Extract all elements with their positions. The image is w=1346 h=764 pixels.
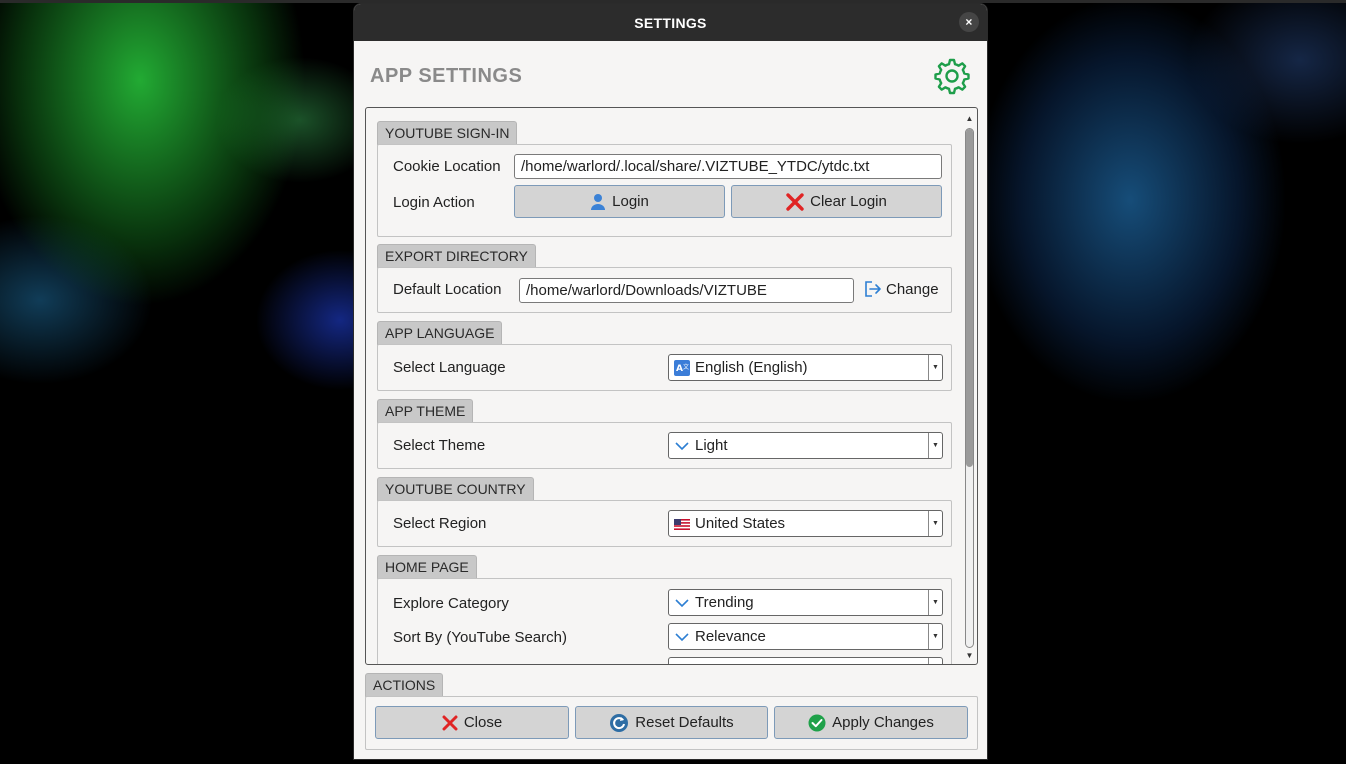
sort-by-label: Sort By (YouTube Search) [393, 629, 567, 646]
theme-select-value: Light [695, 437, 728, 454]
svg-text:文: 文 [683, 363, 689, 371]
default-location-field[interactable]: /home/warlord/Downloads/VIZTUBE [519, 278, 854, 303]
close-button[interactable]: Close [375, 706, 569, 739]
user-icon [591, 193, 606, 210]
actions-box: Close Reset Defaults Apply Changes [365, 696, 978, 750]
dropdown-arrow-icon: ▼ [928, 590, 942, 615]
close-button-label: Close [463, 714, 503, 731]
section-box: Select Region United States ▼ [377, 500, 952, 547]
check-circle-icon [808, 714, 826, 731]
change-location-button[interactable]: Change [864, 280, 939, 298]
explore-category-label: Explore Category [393, 595, 509, 612]
close-icon: × [965, 15, 973, 29]
scrollbar-thumb[interactable] [966, 129, 973, 467]
language-select[interactable]: A 文 English (English) ▼ [668, 354, 943, 381]
change-button-label: Change [886, 280, 939, 298]
select-region-label: Select Region [393, 515, 487, 532]
dropdown-arrow-icon: ▼ [928, 433, 942, 458]
section-box: Select Language A 文 English (English) ▼ [377, 344, 952, 391]
settings-window: SETTINGS × APP SETTINGS YOUTUBE SIGN-IN … [353, 3, 988, 760]
reset-defaults-label: Reset Defaults [635, 714, 734, 731]
login-button[interactable]: Login [514, 185, 725, 218]
chevron-down-icon [674, 595, 690, 611]
chevron-down-icon [674, 438, 690, 454]
window-title: SETTINGS [634, 14, 707, 31]
scroll-up-arrow-icon[interactable]: ▲ [965, 114, 974, 123]
reset-icon [610, 713, 629, 732]
section-title: HOME PAGE [377, 555, 477, 579]
section-box: Explore Category Trending ▼ Sort By (You… [377, 578, 952, 664]
region-select-value: United States [695, 515, 786, 532]
default-location-label: Default Location [393, 281, 502, 298]
select-language-label: Select Language [393, 359, 506, 376]
vertical-scrollbar[interactable]: ▲ ▼ [962, 108, 977, 664]
login-action-label: Login Action [393, 194, 475, 211]
window-titlebar: SETTINGS × [354, 4, 987, 41]
cookie-location-label: Cookie Location [393, 158, 501, 175]
reset-defaults-button[interactable]: Reset Defaults [575, 706, 768, 739]
section-title: YOUTUBE COUNTRY [377, 477, 534, 501]
us-flag-icon [674, 516, 690, 532]
dropdown-arrow-icon: ▼ [928, 355, 942, 380]
gear-icon [934, 58, 970, 95]
svg-text:A: A [676, 364, 683, 374]
cookie-location-field[interactable]: /home/warlord/.local/share/.VIZTUBE_YTDC… [514, 154, 942, 179]
apply-changes-button[interactable]: Apply Changes [774, 706, 968, 739]
sort-by-select[interactable]: Relevance ▼ [668, 623, 943, 650]
window-close-button[interactable]: × [959, 12, 979, 32]
dropdown-arrow-icon: ▲ [928, 658, 942, 664]
dropdown-arrow-icon: ▼ [928, 624, 942, 649]
red-x-icon [442, 715, 458, 730]
login-button-label: Login [612, 193, 649, 210]
scroll-down-arrow-icon[interactable]: ▼ [965, 651, 974, 660]
clear-login-button[interactable]: Clear Login [731, 185, 942, 218]
page-title: APP SETTINGS [370, 65, 523, 87]
region-select[interactable]: United States ▼ [668, 510, 943, 537]
scrollbar-track[interactable] [965, 128, 974, 648]
section-box: Default Location /home/warlord/Downloads… [377, 267, 952, 313]
partially-hidden-select[interactable]: ▲ [668, 657, 943, 664]
red-x-icon [786, 192, 804, 211]
explore-category-value: Trending [695, 594, 754, 611]
apply-changes-label: Apply Changes [832, 714, 934, 731]
dropdown-arrow-icon: ▼ [928, 511, 942, 536]
translate-icon: A 文 [674, 360, 690, 376]
sort-by-value: Relevance [695, 628, 766, 645]
section-title: ACTIONS [365, 673, 444, 697]
select-theme-label: Select Theme [393, 437, 486, 454]
explore-category-select[interactable]: Trending ▼ [668, 589, 943, 616]
settings-scroll-area[interactable]: YOUTUBE SIGN-IN Cookie Location /home/wa… [365, 107, 978, 665]
section-title: APP THEME [377, 399, 474, 423]
export-arrow-icon [865, 281, 881, 297]
section-box: Cookie Location /home/warlord/.local/sha… [377, 144, 952, 237]
clear-login-button-label: Clear Login [810, 193, 887, 210]
chevron-down-icon [674, 629, 690, 645]
section-box: Select Theme Light ▼ [377, 422, 952, 469]
language-select-value: English (English) [695, 359, 808, 376]
section-title: EXPORT DIRECTORY [377, 244, 536, 268]
theme-select[interactable]: Light ▼ [668, 432, 943, 459]
app-header: APP SETTINGS [354, 41, 987, 107]
section-title: APP LANGUAGE [377, 321, 503, 345]
section-title: YOUTUBE SIGN-IN [377, 121, 518, 145]
